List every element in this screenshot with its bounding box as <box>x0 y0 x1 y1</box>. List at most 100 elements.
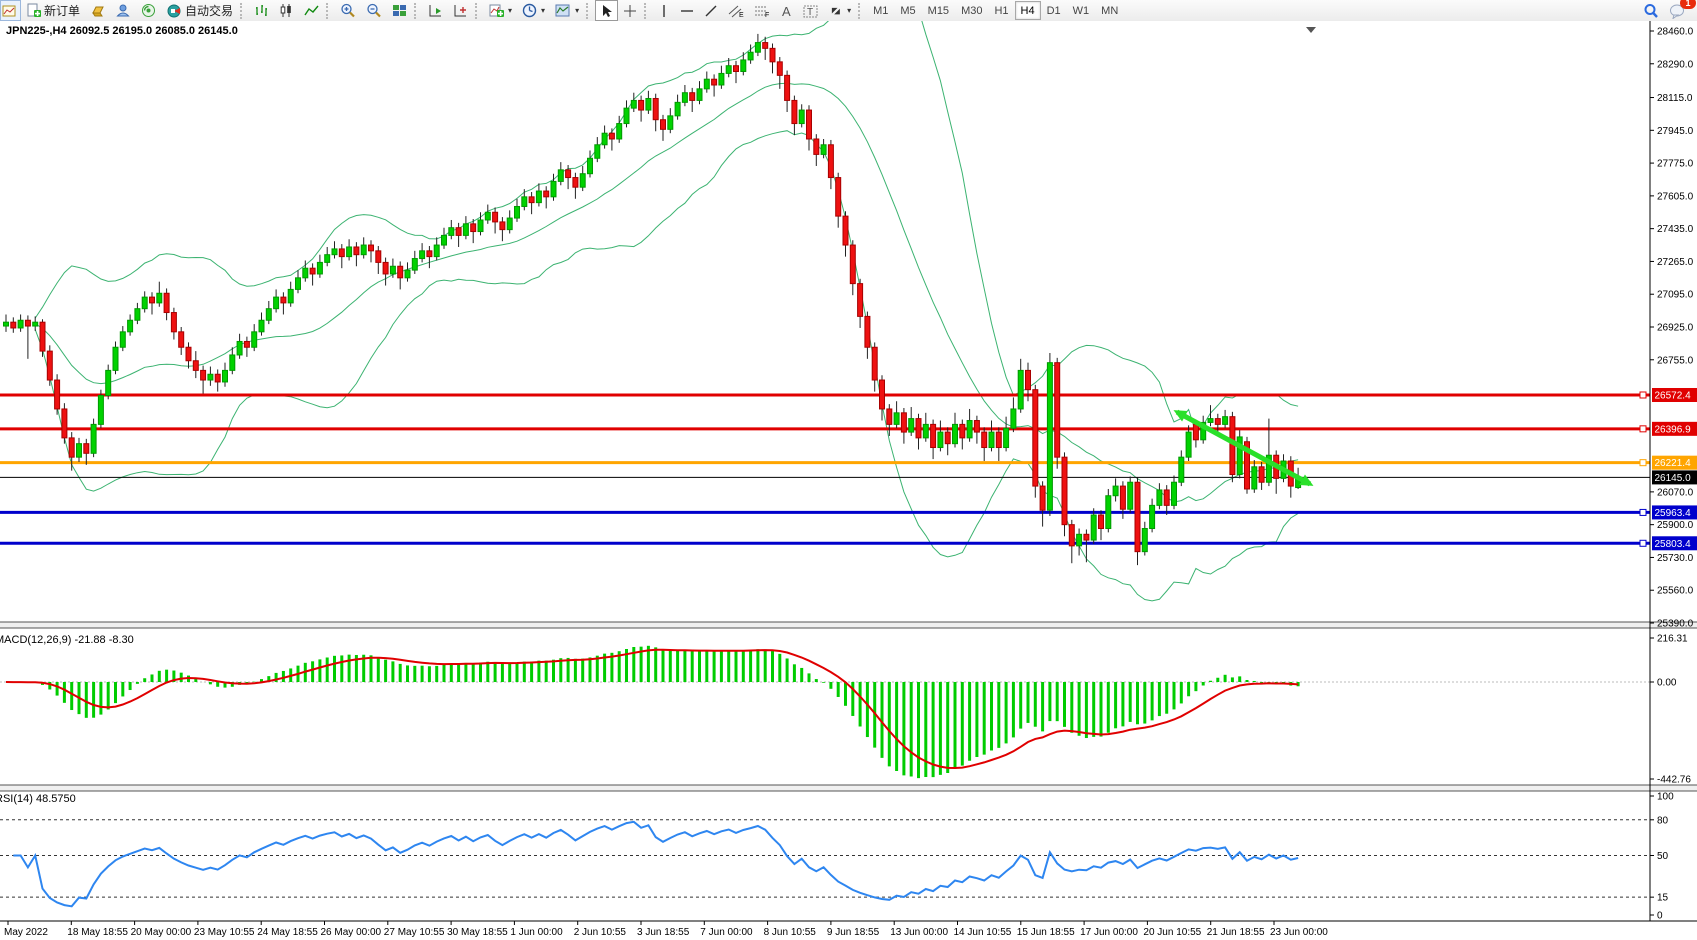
crosshair-tool-button[interactable] <box>618 0 642 21</box>
candle <box>807 110 812 139</box>
candle <box>1069 525 1074 546</box>
bollinger-middle-band[interactable] <box>35 83 1298 502</box>
macd-axis-label: -442.76 <box>1657 775 1691 786</box>
candle <box>682 93 687 103</box>
candle <box>106 370 111 395</box>
chart-window-icon[interactable] <box>0 0 21 21</box>
timeframe-m30-button[interactable]: M30 <box>955 1 988 20</box>
candle <box>1026 370 1031 389</box>
indicators-button[interactable]: ▾ <box>484 0 517 21</box>
price-axis-label: 26070.0 <box>1657 487 1694 498</box>
candle <box>230 355 235 370</box>
timeframe-m1-button[interactable]: M1 <box>867 1 894 20</box>
candle <box>690 93 695 101</box>
chart-autoscroll-button[interactable] <box>448 0 473 21</box>
candle <box>916 419 921 438</box>
timeframe-h1-button[interactable]: H1 <box>988 1 1014 20</box>
zoom-out-button[interactable] <box>361 0 387 21</box>
fibonacci-tool-button[interactable]: F <box>749 0 775 21</box>
new-order-icon <box>26 3 41 18</box>
timeframe-h4-button[interactable]: H4 <box>1015 1 1041 20</box>
toolbar-grip <box>326 3 333 19</box>
candle <box>974 421 979 433</box>
horizontal-line-tool-button[interactable] <box>675 0 699 21</box>
autotrading-button[interactable]: 自动交易 <box>161 0 238 21</box>
chart-forward-button[interactable] <box>423 0 448 21</box>
channel-tool-button[interactable]: E <box>723 0 749 21</box>
chart-area[interactable]: 28460.028290.028115.027945.027775.027605… <box>0 21 1697 940</box>
toolbar-grip <box>240 3 247 19</box>
community-button[interactable] <box>111 0 136 21</box>
candle <box>719 73 724 85</box>
price-axis-label: 25900.0 <box>1657 520 1694 531</box>
zoom-in-button[interactable] <box>335 0 361 21</box>
candle <box>478 220 483 232</box>
vertical-line-tool-button[interactable] <box>653 0 675 21</box>
price-line-handle[interactable] <box>1640 540 1646 546</box>
text-tool-button[interactable]: A <box>775 0 798 21</box>
candle <box>449 228 454 236</box>
candle <box>675 102 680 115</box>
templates-button[interactable]: ▾ <box>550 0 584 21</box>
notifications-button[interactable]: 1 <box>1664 0 1691 21</box>
candle <box>150 297 155 303</box>
time-axis-label: 20 Jun 10:55 <box>1143 927 1201 938</box>
gold-ingot-icon <box>90 3 106 18</box>
price-line-handle[interactable] <box>1640 426 1646 432</box>
price-line-handle[interactable] <box>1640 509 1646 515</box>
chart-shift-marker[interactable] <box>1306 27 1316 33</box>
chart-canvas[interactable]: 28460.028290.028115.027945.027775.027605… <box>0 21 1697 940</box>
timeframe-d1-button[interactable]: D1 <box>1041 1 1067 20</box>
timeframe-mn-button[interactable]: MN <box>1095 1 1124 20</box>
cursor-tool-button[interactable] <box>595 0 618 21</box>
candle <box>274 297 279 309</box>
candle <box>1077 534 1082 546</box>
candle <box>588 158 593 173</box>
panel-separator[interactable] <box>0 785 1697 791</box>
periods-button[interactable]: ▾ <box>517 0 550 21</box>
time-axis-label: 18 May 18:55 <box>67 927 128 938</box>
line-chart-mode-button[interactable] <box>299 0 324 21</box>
price-line-handle[interactable] <box>1640 460 1646 466</box>
candle <box>339 249 344 257</box>
candle <box>1091 515 1096 540</box>
candle <box>171 313 176 332</box>
candle <box>369 245 374 251</box>
candle <box>1062 457 1067 524</box>
tile-windows-button[interactable] <box>387 0 412 21</box>
timeframe-m15-button[interactable]: M15 <box>922 1 955 20</box>
toolbar-grip <box>644 3 651 19</box>
candle <box>500 222 505 230</box>
candle <box>814 139 819 154</box>
bar-chart-mode-button[interactable] <box>249 0 274 21</box>
timeframe-m5-button[interactable]: M5 <box>894 1 921 20</box>
candle <box>828 145 833 178</box>
signals-button[interactable] <box>136 0 161 21</box>
toolbar-grip <box>858 3 865 19</box>
market-watch-button[interactable] <box>85 0 111 21</box>
candle <box>763 43 768 49</box>
trendline-tool-button[interactable] <box>699 0 723 21</box>
candle <box>47 351 52 380</box>
price-line-handle[interactable] <box>1640 392 1646 398</box>
candlestick-mode-button[interactable] <box>274 0 299 21</box>
time-axis-label: 15 Jun 18:55 <box>1017 927 1075 938</box>
candle <box>208 374 213 380</box>
candle <box>661 120 666 130</box>
candle <box>1040 486 1045 510</box>
arrows-tool-button[interactable]: ▾ <box>823 0 856 21</box>
new-order-button[interactable]: 新订单 <box>21 0 85 21</box>
candle <box>427 251 432 257</box>
macd-axis-label: 216.31 <box>1657 634 1688 645</box>
candle <box>1106 496 1111 529</box>
candle <box>515 206 520 218</box>
tile-windows-icon <box>392 3 407 18</box>
candle <box>734 66 739 72</box>
candle <box>880 380 885 409</box>
candle <box>865 316 870 347</box>
search-button[interactable] <box>1638 0 1664 21</box>
panel-separator[interactable] <box>0 622 1697 628</box>
text-label-tool-button[interactable]: T <box>798 0 823 21</box>
candle <box>62 409 67 438</box>
timeframe-w1-button[interactable]: W1 <box>1067 1 1096 20</box>
